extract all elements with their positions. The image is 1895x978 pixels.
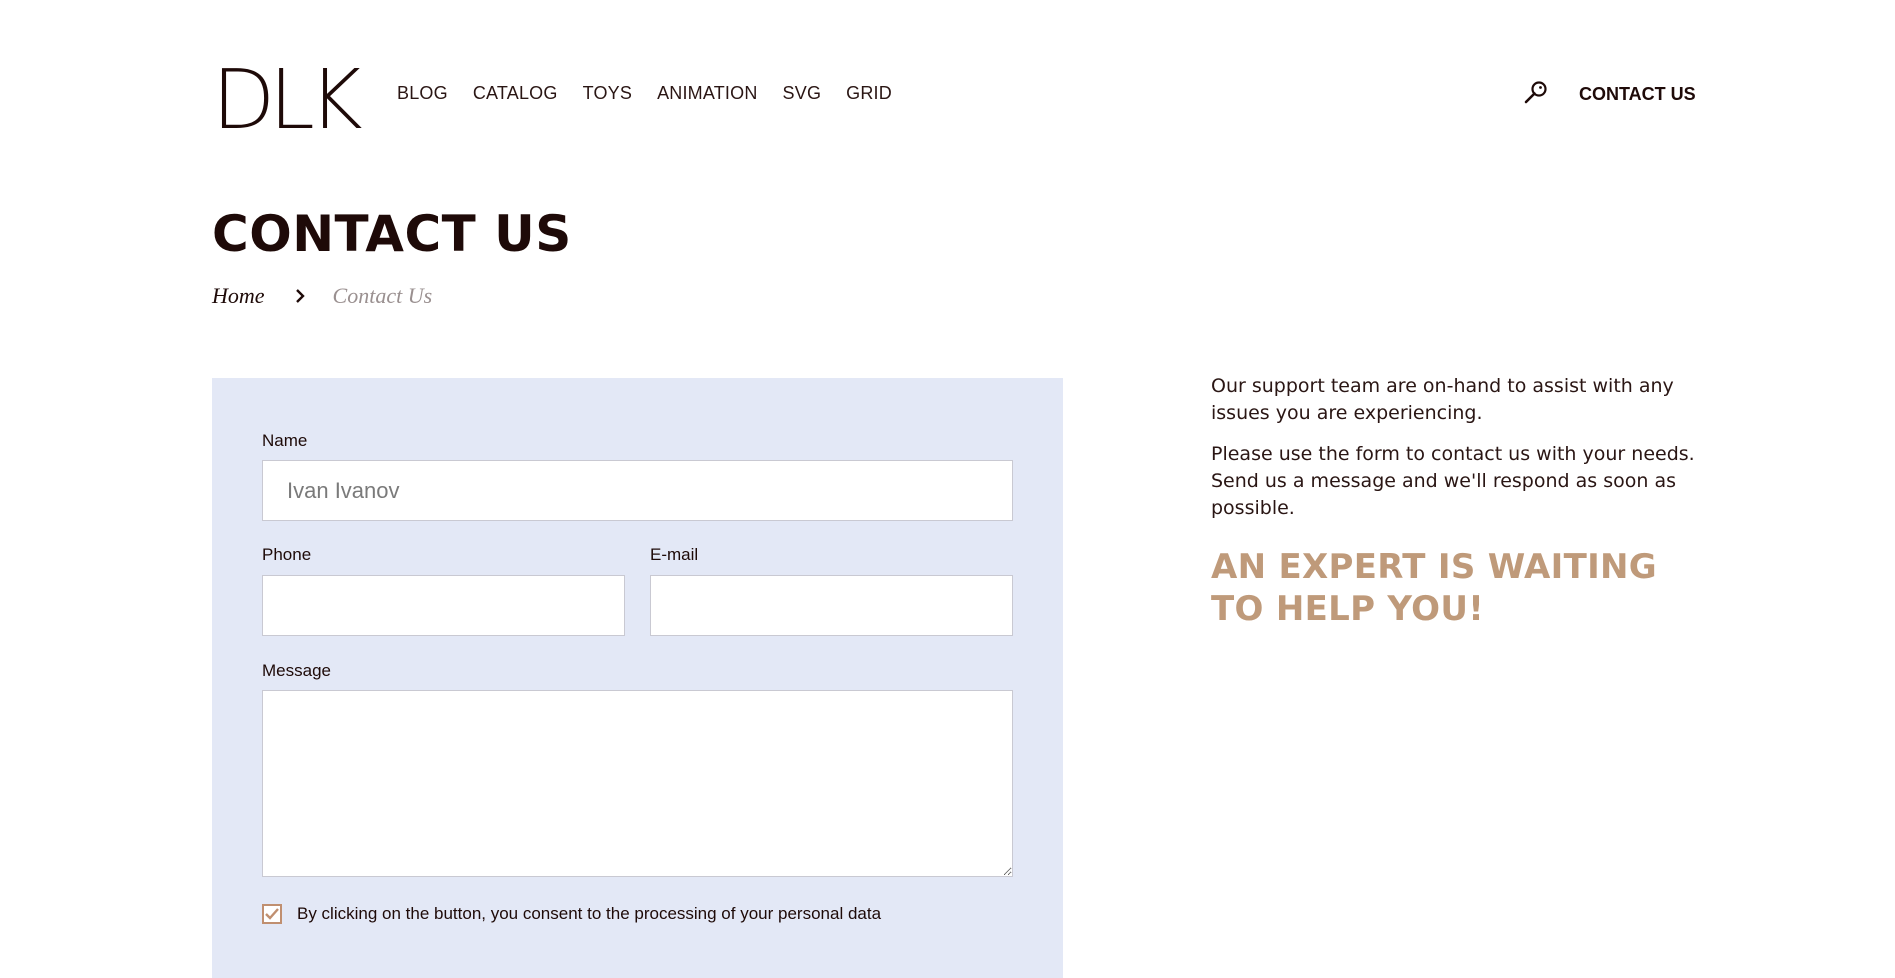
phone-input[interactable] bbox=[262, 575, 625, 636]
contact-form: Name Phone E-mail Message By clicking on… bbox=[212, 378, 1063, 978]
message-textarea[interactable] bbox=[262, 690, 1013, 877]
support-paragraph-2: Please use the form to contact us with y… bbox=[1211, 443, 1695, 519]
site-header: DLK BLOG CATALOG TOYS ANIMATION SVG GRID… bbox=[0, 0, 1895, 190]
breadcrumb: Home Contact Us bbox=[212, 283, 432, 309]
nav-item-animation[interactable]: ANIMATION bbox=[657, 83, 757, 104]
message-label: Message bbox=[262, 661, 331, 680]
nav-item-toys[interactable]: TOYS bbox=[583, 83, 632, 104]
email-input[interactable] bbox=[650, 575, 1013, 636]
checkmark-icon bbox=[265, 908, 279, 920]
main-nav: BLOG CATALOG TOYS ANIMATION SVG GRID bbox=[397, 83, 917, 104]
consent-text: By clicking on the button, you consent t… bbox=[297, 904, 882, 923]
header-contact-link[interactable]: CONTACT US bbox=[1579, 84, 1696, 105]
nav-item-grid[interactable]: GRID bbox=[846, 83, 892, 104]
consent-checkbox[interactable] bbox=[262, 904, 282, 924]
phone-label: Phone bbox=[262, 545, 312, 564]
expert-cta-heading: AN EXPERT IS WAITING TO HELP YOU! bbox=[1211, 547, 1657, 629]
breadcrumb-current: Contact Us bbox=[332, 283, 433, 308]
name-input[interactable] bbox=[262, 460, 1013, 521]
support-info: Our support team are on-hand to assist w… bbox=[1211, 373, 1701, 630]
breadcrumb-home-link[interactable]: Home bbox=[212, 283, 265, 309]
nav-item-svg[interactable]: SVG bbox=[783, 83, 822, 104]
logo[interactable]: DLK bbox=[212, 60, 363, 142]
chevron-right-icon bbox=[295, 289, 305, 303]
consent-row: By clicking on the button, you consent t… bbox=[262, 904, 881, 924]
email-label: E-mail bbox=[650, 545, 699, 564]
nav-item-blog[interactable]: BLOG bbox=[397, 83, 448, 104]
search-icon[interactable] bbox=[1523, 80, 1549, 106]
name-label: Name bbox=[262, 431, 308, 450]
support-paragraph-1: Our support team are on-hand to assist w… bbox=[1211, 375, 1674, 424]
nav-item-catalog[interactable]: CATALOG bbox=[473, 83, 558, 104]
page-title: CONTACT US bbox=[212, 205, 572, 263]
